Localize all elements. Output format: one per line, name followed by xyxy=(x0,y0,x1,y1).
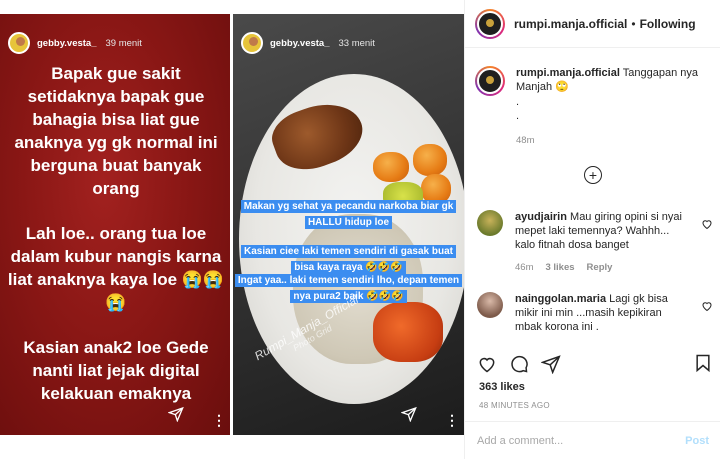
avatar[interactable] xyxy=(477,292,503,318)
post-actions xyxy=(477,353,713,375)
plus-circle-icon[interactable]: + xyxy=(584,166,602,184)
more-options-icon: ⋮ xyxy=(212,412,226,428)
header-username[interactable]: rumpi.manja.official xyxy=(514,17,627,31)
story-paragraph: Lah loe.. orang tua loe dalam kubur nang… xyxy=(7,224,225,312)
more-options-icon: ⋮ xyxy=(445,412,459,428)
avatar[interactable] xyxy=(475,66,505,96)
sambal xyxy=(373,302,443,362)
share-icon[interactable] xyxy=(541,354,561,374)
story-header: gebby.vesta_ 33 menit xyxy=(241,32,375,54)
heart-icon[interactable] xyxy=(477,354,497,374)
bookmark-icon[interactable] xyxy=(693,353,713,373)
comment-icon[interactable] xyxy=(509,354,529,374)
carrot-slice xyxy=(413,144,447,176)
like-comment-icon[interactable] xyxy=(701,300,713,312)
caption-username[interactable]: rumpi.manja.official xyxy=(516,67,620,79)
story-avatar xyxy=(241,32,263,54)
separator: • xyxy=(631,16,636,31)
story-header: gebby.vesta_ 39 menit xyxy=(8,32,142,54)
post-time[interactable]: 48m xyxy=(516,135,715,146)
story-time: 39 menit xyxy=(105,37,142,49)
comment: ayudjairin Mau giring opini si nyai mepe… xyxy=(477,210,713,273)
post-media[interactable]: gebby.vesta_ 39 menit Bapak gue sakit se… xyxy=(0,14,464,435)
comment-body: ayudjairin Mau giring opini si nyai mepe… xyxy=(515,210,713,252)
comment-username[interactable]: ayudjairin xyxy=(515,211,567,223)
comment-meta: 46m 3 likes Reply xyxy=(515,262,713,273)
story-username: gebby.vesta_ xyxy=(37,37,97,49)
comment-time: 46m xyxy=(515,262,534,273)
caption-dots: .. xyxy=(516,96,520,122)
carrot-slice xyxy=(373,152,409,182)
avatar[interactable] xyxy=(477,210,503,236)
comment-likes[interactable]: 3 likes xyxy=(545,262,574,273)
add-comment-bar: Post xyxy=(465,421,720,459)
post-caption-block: rumpi.manja.official Tanggapan nya Manja… xyxy=(475,66,715,146)
reply-button[interactable]: Reply xyxy=(587,262,613,273)
comment: nainggolan.maria Lagi gk bisa mikir ini … xyxy=(477,292,713,334)
story-username: gebby.vesta_ xyxy=(270,37,330,49)
send-icon xyxy=(167,406,184,427)
post-button[interactable]: Post xyxy=(685,435,709,447)
story-caption: Makan yg sehat ya pecandu narkoba biar g… xyxy=(233,198,464,230)
story-screenshot-left: gebby.vesta_ 39 menit Bapak gue sakit se… xyxy=(0,14,230,435)
story-caption: Kasian ciee laki temen sendiri di gasak … xyxy=(233,243,464,275)
post-date: 48 MINUTES AGO xyxy=(479,401,550,410)
story-screenshot-right: gebby.vesta_ 33 menit Makan yg sehat ya … xyxy=(233,14,464,435)
comment-input[interactable] xyxy=(477,434,686,447)
story-avatar xyxy=(8,32,30,54)
comment-username[interactable]: nainggolan.maria xyxy=(515,293,606,305)
post-side-panel: rumpi.manja.official • Following rumpi.m… xyxy=(464,0,720,459)
send-icon xyxy=(400,406,417,427)
avatar[interactable] xyxy=(475,8,505,39)
story-text: Bapak gue sakit setidaknya bapak gue bah… xyxy=(6,62,226,427)
post-caption: rumpi.manja.official Tanggapan nya Manja… xyxy=(516,66,715,123)
likes-count[interactable]: 363 likes xyxy=(479,381,525,393)
post-header: rumpi.manja.official • Following xyxy=(465,0,720,48)
story-paragraph: Bapak gue sakit setidaknya bapak gue bah… xyxy=(14,64,218,198)
load-more-comments[interactable]: + xyxy=(465,166,720,184)
story-time: 33 menit xyxy=(338,37,375,49)
story-paragraph: Kasian anak2 loe Gede nanti liat jejak d… xyxy=(23,338,209,403)
comment-body: nainggolan.maria Lagi gk bisa mikir ini … xyxy=(515,292,713,334)
like-comment-icon[interactable] xyxy=(701,218,713,230)
following-button[interactable]: Following xyxy=(640,17,696,31)
